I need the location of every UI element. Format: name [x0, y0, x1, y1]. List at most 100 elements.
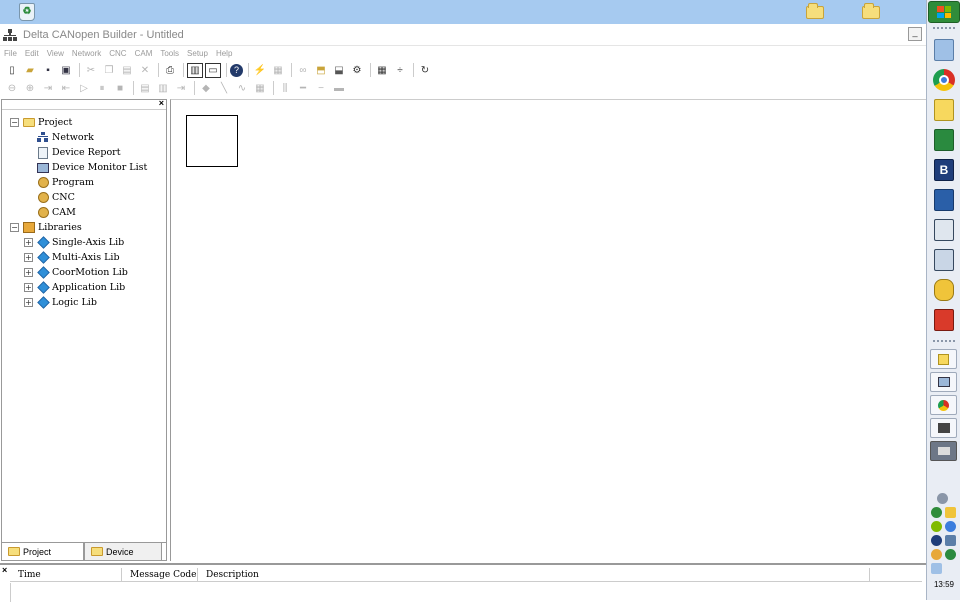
- curve-icon[interactable]: ∿: [234, 81, 250, 96]
- step-back-icon[interactable]: ⇤: [58, 81, 74, 96]
- menu-file[interactable]: File: [4, 49, 17, 58]
- tray-volume-icon[interactable]: [931, 549, 942, 560]
- menu-cam[interactable]: CAM: [135, 49, 153, 58]
- calculator-icon[interactable]: [932, 38, 956, 62]
- recycle-bin-icon[interactable]: ♻: [17, 3, 37, 21]
- tree-node-single-axis-lib[interactable]: + Single-Axis Lib: [24, 235, 124, 250]
- message-list[interactable]: [10, 583, 922, 602]
- chrome-icon[interactable]: [932, 68, 956, 92]
- tray-misc-icon[interactable]: [931, 563, 942, 574]
- window-icon[interactable]: ▭: [205, 62, 221, 78]
- tab-device[interactable]: Device: [84, 543, 162, 560]
- expand-icon[interactable]: +: [24, 253, 33, 262]
- collapse-icon[interactable]: −: [10, 223, 19, 232]
- menu-network[interactable]: Network: [72, 49, 101, 58]
- copy-icon[interactable]: ❐: [101, 63, 117, 78]
- folder-icon[interactable]: [805, 2, 825, 21]
- stop-icon[interactable]: ■: [112, 81, 128, 96]
- tree-node-application-lib[interactable]: + Application Lib: [24, 280, 125, 295]
- tray-wifi-icon[interactable]: [945, 549, 956, 560]
- block-icon[interactable]: ▬: [331, 81, 347, 96]
- download-icon[interactable]: ⬓: [331, 63, 347, 78]
- taskbar-button-monitor[interactable]: [930, 372, 957, 392]
- b-app-icon[interactable]: B: [932, 158, 956, 182]
- tree-node-libraries[interactable]: − Libraries: [10, 220, 82, 235]
- column-message-code[interactable]: Message Code: [122, 568, 198, 582]
- clock[interactable]: 13:59: [927, 580, 960, 589]
- tree-node-coormotion-lib[interactable]: + CoorMotion Lib: [24, 265, 128, 280]
- minimize-button[interactable]: _: [908, 27, 922, 41]
- cube-app-icon[interactable]: [932, 308, 956, 332]
- taskbar-button-chrome[interactable]: [930, 395, 957, 415]
- help-icon[interactable]: ?: [230, 63, 243, 77]
- tree-node-device-report[interactable]: Device Report: [37, 145, 121, 160]
- align-icon[interactable]: ⫼: [277, 81, 293, 96]
- taskbar-button-contacts[interactable]: [930, 349, 957, 369]
- tree-node-project[interactable]: − Project: [10, 115, 72, 130]
- excel-icon[interactable]: [932, 128, 956, 152]
- tray-security-icon[interactable]: [931, 521, 942, 532]
- menu-help[interactable]: Help: [216, 49, 232, 58]
- tray-display-icon[interactable]: [945, 535, 956, 546]
- expand-icon[interactable]: +: [24, 283, 33, 292]
- tree-node-cam[interactable]: CAM: [37, 205, 76, 220]
- tree-node-multi-axis-lib[interactable]: + Multi-Axis Lib: [24, 250, 120, 265]
- tree-node-logic-lib[interactable]: + Logic Lib: [24, 295, 97, 310]
- run-icon[interactable]: ▷: [76, 81, 92, 96]
- tab-project[interactable]: Project: [2, 543, 84, 560]
- save-all-icon[interactable]: ▣: [58, 63, 74, 78]
- computer-network-icon[interactable]: [932, 248, 956, 272]
- menu-setup[interactable]: Setup: [187, 49, 208, 58]
- matrix-icon[interactable]: ▦: [252, 81, 268, 96]
- network-icon[interactable]: [932, 218, 956, 242]
- network-canvas[interactable]: [170, 99, 926, 561]
- refresh-icon[interactable]: ↻: [417, 63, 433, 78]
- print-icon[interactable]: ⎙: [162, 63, 178, 78]
- tree-node-network[interactable]: Network: [37, 130, 94, 145]
- folder-icon[interactable]: [861, 2, 881, 21]
- taskbar-button-canopen[interactable]: [930, 418, 957, 438]
- close-icon[interactable]: ×: [2, 565, 7, 575]
- split-icon[interactable]: ÷: [392, 63, 408, 78]
- column-description[interactable]: Description: [198, 568, 870, 582]
- tray-bluetooth-icon[interactable]: [931, 535, 942, 546]
- expand-icon[interactable]: +: [24, 238, 33, 247]
- tray-app-icon[interactable]: [945, 507, 956, 518]
- tree-node-device-monitor-list[interactable]: Device Monitor List: [37, 160, 147, 175]
- minus-icon[interactable]: −: [313, 81, 329, 96]
- h-line-icon[interactable]: ━: [295, 81, 311, 96]
- tree-node-cnc[interactable]: CNC: [37, 190, 75, 205]
- expand-icon[interactable]: +: [24, 298, 33, 307]
- step-in-icon[interactable]: ⇥: [40, 81, 56, 96]
- start-button[interactable]: [928, 1, 960, 23]
- master-node-box[interactable]: [186, 115, 238, 167]
- upload-icon[interactable]: ⬒: [313, 63, 329, 78]
- remote-desktop-icon[interactable]: [932, 188, 956, 212]
- menu-tools[interactable]: Tools: [160, 49, 179, 58]
- pause-icon[interactable]: ⏸: [94, 81, 110, 96]
- layout-icon[interactable]: ▥: [187, 62, 203, 78]
- taskbar-button-active[interactable]: [930, 441, 957, 461]
- database-icon[interactable]: [932, 278, 956, 302]
- line-icon[interactable]: ╲: [216, 81, 232, 96]
- expand-icon[interactable]: +: [24, 268, 33, 277]
- zoom-out-icon[interactable]: ⊖: [4, 81, 20, 96]
- node-icon[interactable]: ◆: [198, 81, 214, 96]
- zoom-in-icon[interactable]: ⊕: [22, 81, 38, 96]
- collapse-icon[interactable]: −: [10, 118, 19, 127]
- connect-icon[interactable]: ⚡: [252, 63, 268, 78]
- tray-sync-icon[interactable]: [945, 521, 956, 532]
- menu-view[interactable]: View: [47, 49, 64, 58]
- open-icon[interactable]: ▰: [22, 63, 38, 78]
- column-time[interactable]: Time: [10, 568, 122, 582]
- cut-icon[interactable]: ✂: [83, 63, 99, 78]
- link-icon[interactable]: ∞: [295, 63, 311, 78]
- save-icon[interactable]: ▪: [40, 63, 56, 78]
- grid-icon[interactable]: ▦: [374, 63, 390, 78]
- tray-expand-icon[interactable]: [937, 493, 948, 504]
- menu-edit[interactable]: Edit: [25, 49, 39, 58]
- contacts-icon[interactable]: [932, 98, 956, 122]
- monitor-icon[interactable]: ▦: [270, 63, 286, 78]
- table-icon[interactable]: ▤: [137, 81, 153, 96]
- tree-node-program[interactable]: Program: [37, 175, 94, 190]
